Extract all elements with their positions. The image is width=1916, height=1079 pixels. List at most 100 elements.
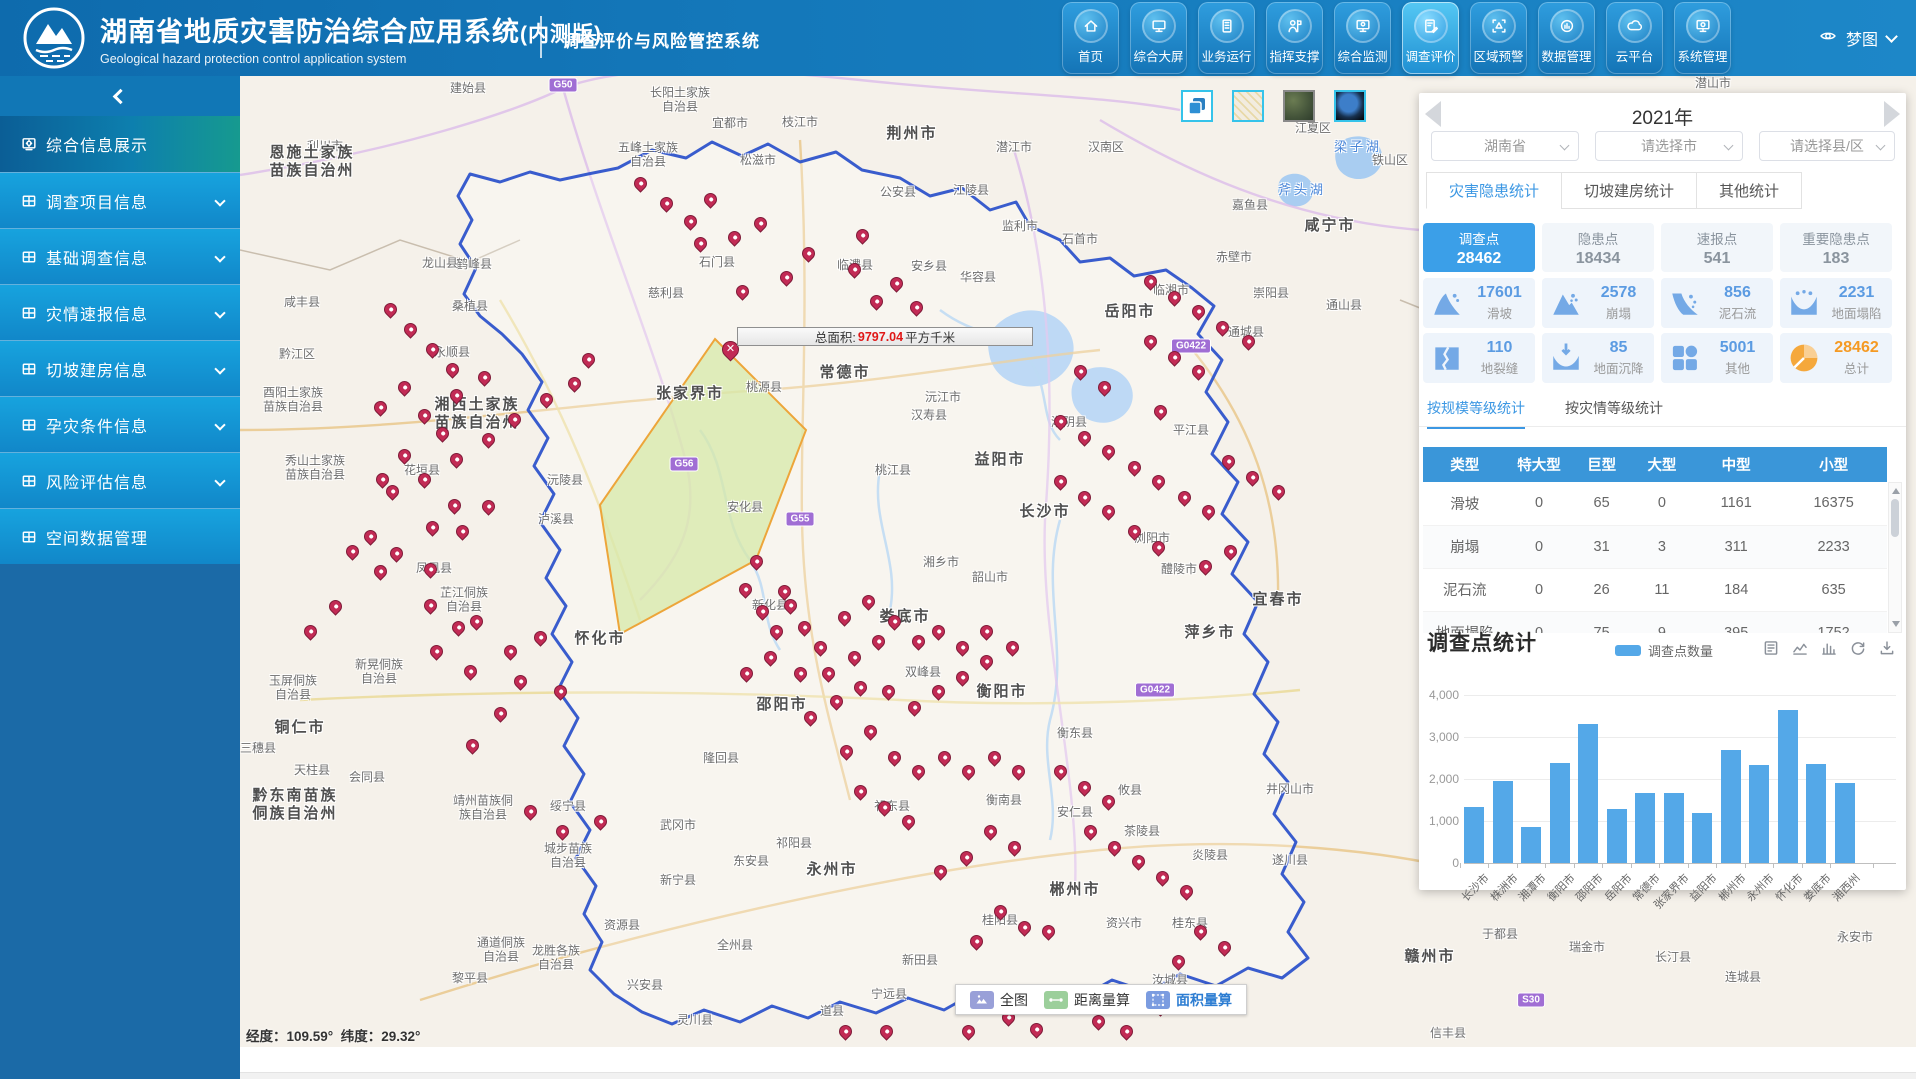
nav-item-调查评价[interactable]: 调查评价 (1402, 2, 1459, 74)
col-header-特大型: 特大型 (1507, 447, 1572, 482)
bar-益阳市[interactable] (1692, 813, 1712, 863)
table-scrollbar[interactable] (1888, 482, 1902, 633)
bar-邵阳市[interactable] (1578, 724, 1598, 863)
nav-item-云平台[interactable]: 云平台 (1606, 2, 1663, 74)
sidebar-collapse-button[interactable] (0, 76, 240, 116)
table-icon (20, 304, 38, 322)
region-select-1[interactable]: 请选择市 (1595, 131, 1743, 161)
table-cell: 311 (1692, 525, 1780, 568)
sidebar-item-孕灾条件信息[interactable]: 孕灾条件信息 (0, 396, 240, 452)
map-label-永顺县: 永顺县 (434, 345, 470, 359)
barchart-icon[interactable] (1820, 639, 1838, 657)
map-tool-面积量算[interactable]: 面积量算 (1146, 990, 1232, 1010)
nav-item-首页[interactable]: 首页 (1062, 2, 1119, 74)
stat-card-速报点[interactable]: 速报点541 (1661, 223, 1773, 272)
survey-icon (1422, 17, 1440, 35)
tab-灾害隐患统计[interactable]: 灾害隐患统计 (1426, 172, 1562, 209)
map-label-邵阳市: 邵阳市 (756, 696, 807, 714)
axis-tick (1488, 863, 1489, 868)
bar-常德市[interactable] (1635, 793, 1655, 863)
scroll-down-icon[interactable] (1892, 621, 1900, 627)
nav-item-指挥支撑[interactable]: 指挥支撑 (1266, 2, 1323, 74)
axis-tick (1773, 863, 1774, 868)
chart-legend[interactable]: 调查点数量 (1615, 641, 1713, 660)
fullmap-icon (970, 991, 994, 1009)
sidebar-item-label: 基础调查信息 (46, 245, 148, 269)
bar-张家界市[interactable] (1664, 793, 1684, 863)
tab-切坡建房统计[interactable]: 切坡建房统计 (1561, 172, 1697, 209)
user-menu[interactable]: 梦图 (1819, 26, 1896, 50)
sidebar-item-风险评估信息[interactable]: 风险评估信息 (0, 452, 240, 508)
stat-card-隐患点[interactable]: 隐患点18434 (1542, 223, 1654, 272)
nav-item-数据管理[interactable]: 数据管理 (1538, 2, 1595, 74)
nav-item-label: 首页 (1078, 46, 1103, 65)
type-card-label: 其他 (1725, 358, 1750, 377)
nav-item-系统管理[interactable]: 系统管理 (1674, 2, 1731, 74)
y-axis-label: 0 (1419, 856, 1459, 870)
stat-card-label: 隐患点 (1578, 228, 1619, 248)
stat-card-调查点[interactable]: 调查点28462 (1423, 223, 1535, 272)
sidebar-item-调查项目信息[interactable]: 调查项目信息 (0, 172, 240, 228)
bar-娄底市[interactable] (1806, 764, 1826, 863)
earth-layer-thumb[interactable] (1334, 90, 1366, 122)
sidebar-item-综合信息展示[interactable]: 综合信息展示 (0, 116, 240, 172)
linechart-icon[interactable] (1791, 639, 1809, 657)
bar-衡阳市[interactable] (1550, 763, 1570, 863)
bar-湘潭市[interactable] (1521, 827, 1541, 863)
nav-item-业务运行[interactable]: 业务运行 (1198, 2, 1255, 74)
refresh-icon[interactable] (1849, 639, 1867, 657)
sidebar-item-切坡建房信息[interactable]: 切坡建房信息 (0, 340, 240, 396)
bar-株洲市[interactable] (1493, 781, 1513, 863)
refresh-icon (1849, 639, 1867, 657)
type-card-总计[interactable]: 28462总计 (1780, 333, 1892, 383)
download-icon[interactable] (1878, 639, 1896, 657)
nav-item-区域预警[interactable]: 区域预警 (1470, 2, 1527, 74)
doc-icon (1762, 639, 1780, 657)
bar-长沙市[interactable] (1464, 807, 1484, 863)
sidebar-item-label: 综合信息展示 (46, 132, 148, 156)
satellite-layer-thumb[interactable] (1283, 90, 1315, 122)
tab-其他统计[interactable]: 其他统计 (1696, 172, 1802, 209)
map-label-赤壁市: 赤壁市 (1216, 250, 1252, 264)
type-card-崩塌[interactable]: 2578崩塌 (1542, 278, 1654, 328)
type-card-泥石流[interactable]: 856泥石流 (1661, 278, 1773, 328)
map-tool-全图[interactable]: 全图 (970, 990, 1028, 1010)
sidebar-item-空间数据管理[interactable]: 空间数据管理 (0, 508, 240, 564)
bar-岳阳市[interactable] (1607, 809, 1627, 863)
map-tool-距离量算[interactable]: 距离量算 (1044, 990, 1130, 1010)
bar-郴州市[interactable] (1721, 750, 1741, 863)
axis-tick (1602, 863, 1603, 868)
axis-tick (1631, 863, 1632, 868)
subtab-按灾情等级统计[interactable]: 按灾情等级统计 (1565, 398, 1663, 429)
subtab-按规模等级统计[interactable]: 按规模等级统计 (1427, 398, 1525, 429)
road-badge-G50: G50 (549, 78, 578, 93)
map-label-城步苗族: 城步苗族自治县 (544, 842, 592, 871)
map-label-咸丰县: 咸丰县 (284, 295, 320, 309)
year-next-button[interactable] (1884, 101, 1900, 127)
region-select-2[interactable]: 请选择县/区 (1759, 131, 1895, 161)
region-select-0[interactable]: 湖南省 (1431, 131, 1579, 161)
doc-icon[interactable] (1762, 639, 1780, 657)
type-card-地面塌陷[interactable]: 2231地面塌陷 (1780, 278, 1892, 328)
bar-永州市[interactable] (1749, 765, 1769, 863)
bar-湘西州[interactable] (1835, 783, 1855, 863)
type-card-其他[interactable]: 5001其他 (1661, 333, 1773, 383)
layers-icon[interactable] (1181, 90, 1213, 122)
legend-label: 调查点数量 (1648, 641, 1713, 660)
type-card-地裂缝[interactable]: 110地裂缝 (1423, 333, 1535, 383)
scroll-up-icon[interactable] (1892, 488, 1900, 494)
close-icon[interactable]: ✕ (723, 342, 738, 357)
type-card-滑坡[interactable]: 17601滑坡 (1423, 278, 1535, 328)
nav-item-综合大屏[interactable]: 综合大屏 (1130, 2, 1187, 74)
bar-怀化市[interactable] (1778, 710, 1798, 863)
table-cell: 0 (1507, 482, 1572, 525)
map-label-沅江市: 沅江市 (925, 390, 961, 404)
street-layer-thumb[interactable] (1232, 90, 1264, 122)
nav-item-综合监测[interactable]: 综合监测 (1334, 2, 1391, 74)
type-card-地面沉降[interactable]: 85地面沉降 (1542, 333, 1654, 383)
sidebar-item-基础调查信息[interactable]: 基础调查信息 (0, 228, 240, 284)
sidebar-item-灾情速报信息[interactable]: 灾情速报信息 (0, 284, 240, 340)
stat-card-重要隐患点[interactable]: 重要隐患点183 (1780, 223, 1892, 272)
eye-icon[interactable] (1819, 27, 1837, 50)
scroll-thumb[interactable] (1891, 499, 1899, 537)
